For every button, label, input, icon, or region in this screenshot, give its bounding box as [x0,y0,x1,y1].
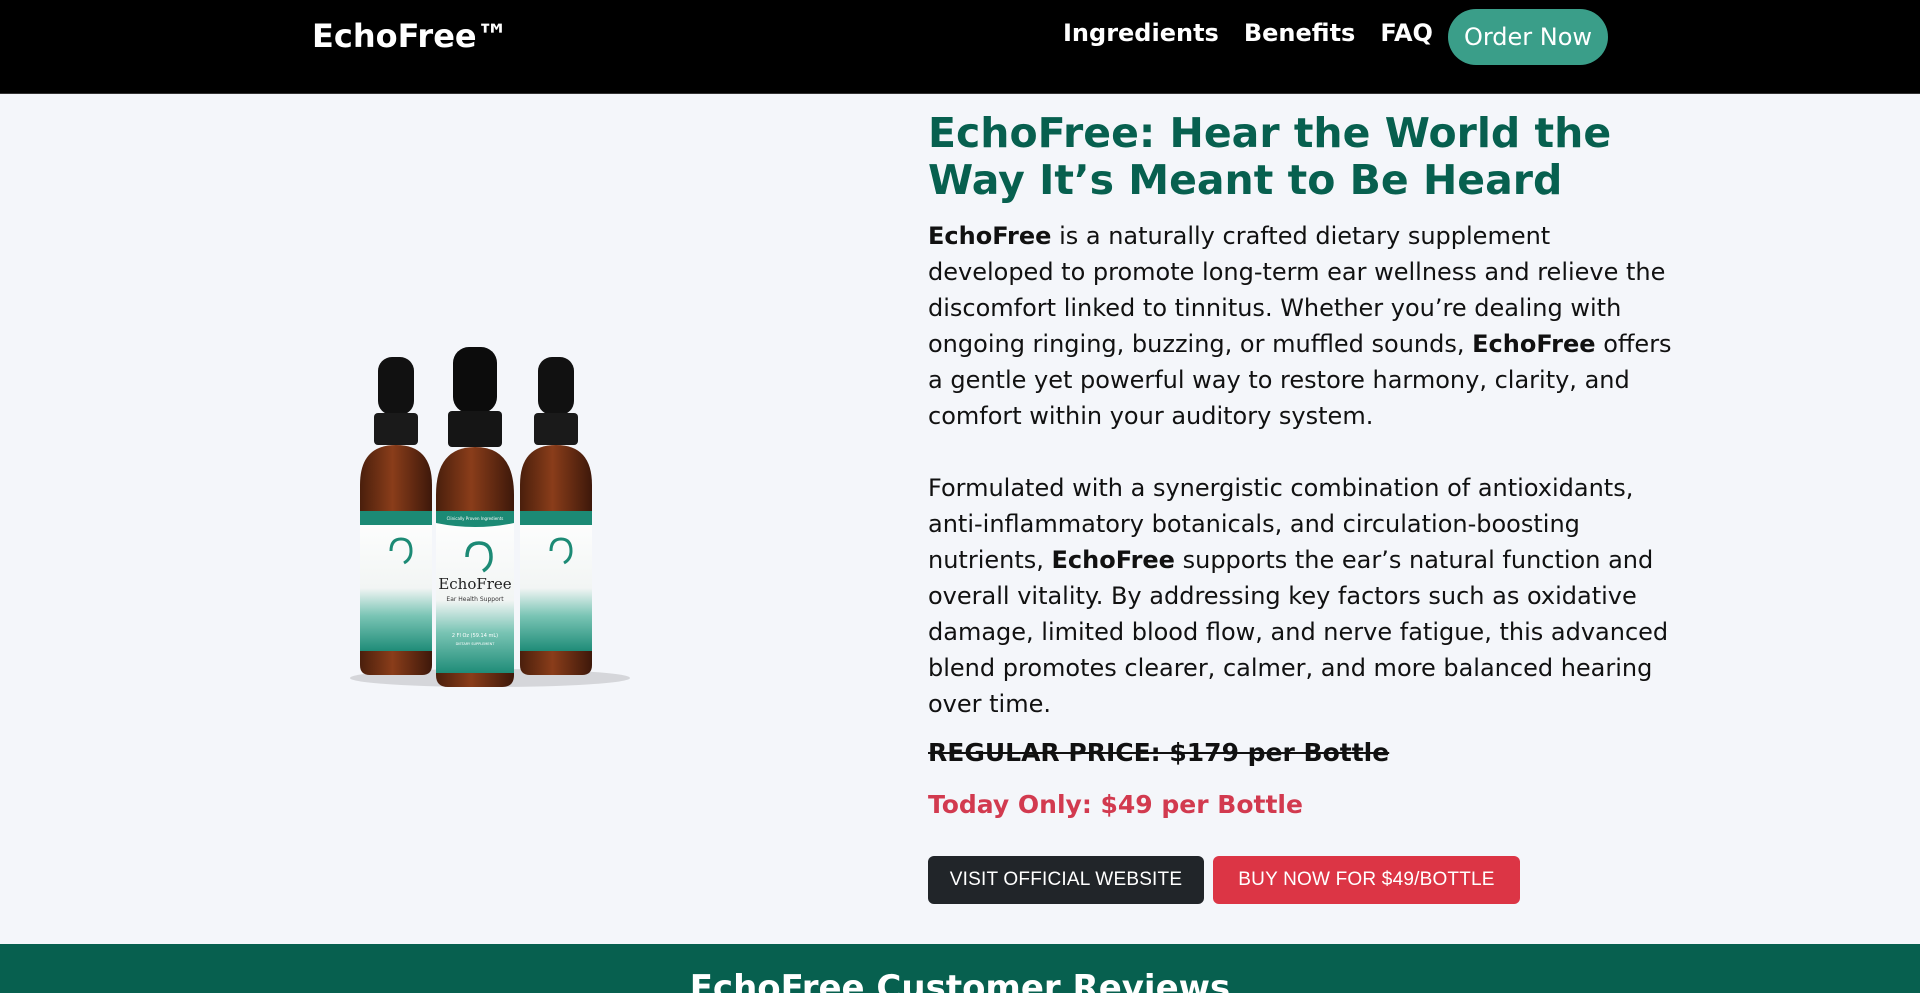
bottle-type-text: DIETARY SUPPLEMENT [456,642,496,646]
bottle-subtitle-text: Ear Health Support [446,596,504,603]
main-nav: Ingredients Benefits FAQ [1063,19,1458,47]
bottle-volume-text: 2 Fl Oz (59.14 mL) [452,633,498,639]
visit-website-button[interactable]: VISIT OFFICIAL WEBSITE [928,856,1204,904]
reviews-section: EchoFree Customer Reviews [0,944,1920,993]
brand-emphasis: EchoFree [1472,330,1596,358]
bottle-brand-text: EchoFree [438,575,511,593]
top-navbar: EchoFree™ Ingredients Benefits FAQ Order… [0,0,1920,94]
buy-now-button[interactable]: BUY NOW FOR $49/BOTTLE [1213,856,1520,904]
bottle-center: EchoFree Ear Health Support Clinically P… [436,347,514,687]
bottle-banner-text: Clinically Proven Ingredients [447,516,504,521]
reviews-title: EchoFree Customer Reviews [689,968,1231,993]
nav-link-benefits[interactable]: Benefits [1244,19,1355,47]
bottle-left [360,357,432,675]
brand-emphasis: EchoFree [1051,546,1175,574]
formula-paragraph: Formulated with a synergistic combinatio… [928,470,1678,722]
brand-logo[interactable]: EchoFree™ [312,17,509,55]
page-title: EchoFree: Hear the World the Way It’s Me… [928,109,1612,204]
intro-paragraph: EchoFree is a naturally crafted dietary … [928,218,1678,434]
bottles-illustration: EchoFree Ear Health Support Clinically P… [350,347,630,687]
order-now-button[interactable]: Order Now [1448,9,1608,65]
regular-price: REGULAR PRICE: $179 per Bottle [928,738,1390,767]
nav-link-ingredients[interactable]: Ingredients [1063,19,1219,47]
bottle-right [520,357,592,675]
product-bottles-image: EchoFree Ear Health Support Clinically P… [340,335,640,695]
today-price: Today Only: $49 per Bottle [928,790,1303,819]
brand-emphasis: EchoFree [928,222,1052,250]
nav-link-faq[interactable]: FAQ [1380,19,1433,47]
hero-content: EchoFree: Hear the World the Way It’s Me… [928,110,1678,722]
